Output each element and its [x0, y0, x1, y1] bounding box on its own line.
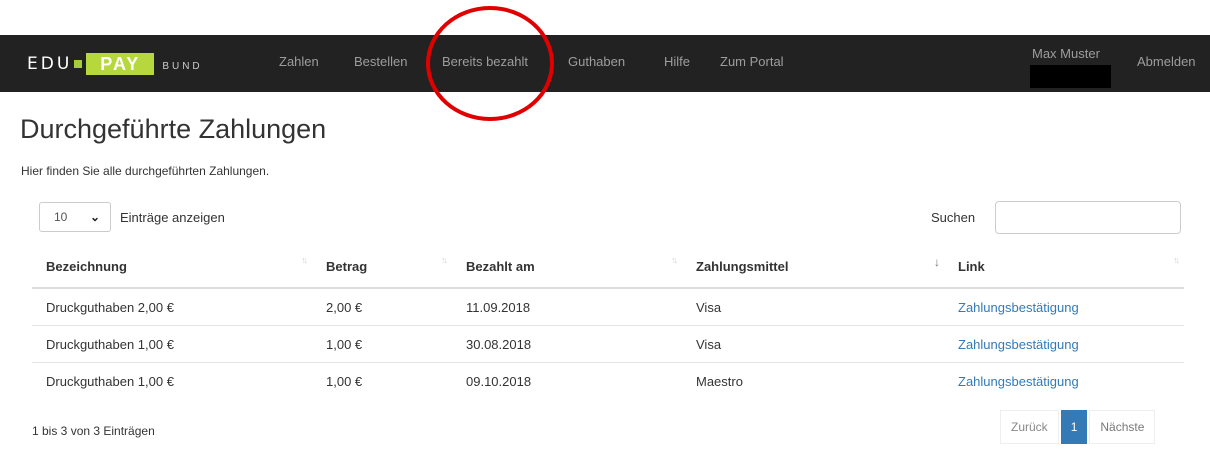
nav-zum-portal[interactable]: Zum Portal [720, 54, 784, 69]
cell-bezahlt-am: 09.10.2018 [452, 362, 682, 399]
table-header-row: Bezeichnung ↑↓ Betrag ↑↓ Bezahlt am ↑↓ Z… [32, 245, 1184, 289]
cell-link: Zahlungsbestätigung [944, 287, 1184, 326]
logout-link[interactable]: Abmelden [1137, 54, 1196, 69]
cell-bezahlt-am: 11.09.2018 [452, 287, 682, 326]
payment-confirmation-link[interactable]: Zahlungsbestätigung [958, 300, 1079, 315]
column-header-bezeichnung[interactable]: Bezeichnung ↑↓ [32, 245, 312, 289]
pagination-page-1[interactable]: 1 [1060, 410, 1088, 444]
sort-both-icon: ↑↓ [671, 255, 678, 265]
column-header-betrag[interactable]: Betrag ↑↓ [312, 245, 452, 289]
table-info: 1 bis 3 von 3 Einträgen [32, 424, 155, 438]
cell-bezeichnung: Druckguthaben 1,00 € [32, 362, 312, 399]
cell-zahlungsmittel: Visa [682, 287, 944, 326]
pagination: Zurück 1 Nächste [1000, 410, 1156, 444]
cell-link: Zahlungsbestätigung [944, 362, 1184, 399]
cell-betrag: 1,00 € [312, 325, 452, 363]
cell-betrag: 1,00 € [312, 362, 452, 399]
column-header-link[interactable]: Link ↑↓ [944, 245, 1184, 289]
column-header-bezahlt-am[interactable]: Bezahlt am ↑↓ [452, 245, 682, 289]
page-title: Durchgeführte Zahlungen [20, 114, 327, 144]
search-label: Suchen [931, 210, 976, 225]
page-length-value: 10 [54, 210, 68, 224]
logo-dot [74, 60, 83, 68]
sort-both-icon: ↑↓ [441, 255, 448, 265]
nav-zahlen[interactable]: Zahlen [279, 54, 319, 69]
edupay-logo[interactable]: EDU PAY BUND [27, 53, 203, 75]
redacted-user-detail [1030, 65, 1111, 88]
table-row: Druckguthaben 2,00 € 2,00 € 11.09.2018 V… [32, 287, 1184, 326]
top-navbar: EDU PAY BUND Zahlen Bestellen Bereits be… [0, 35, 1210, 92]
page-length-label: Einträge anzeigen [120, 210, 225, 225]
chevron-down-icon: ⌄ [89, 210, 100, 224]
pagination-prev[interactable]: Zurück [1000, 410, 1059, 444]
cell-zahlungsmittel: Maestro [682, 362, 944, 399]
column-header-label: Bezeichnung [46, 258, 127, 274]
logo-pay-text: PAY [86, 53, 155, 75]
column-header-label: Zahlungsmittel [696, 258, 789, 274]
logo-edu-text: EDU [27, 54, 73, 74]
logo-bund-text: BUND [162, 60, 203, 72]
annotation-circle [426, 6, 554, 121]
sort-both-icon: ↑↓ [1173, 255, 1180, 265]
nav-bestellen[interactable]: Bestellen [354, 54, 407, 69]
column-header-zahlungsmittel[interactable]: Zahlungsmittel ↓ [682, 245, 944, 289]
nav-hilfe[interactable]: Hilfe [664, 54, 690, 69]
column-header-label: Bezahlt am [466, 258, 535, 274]
pagination-next[interactable]: Nächste [1089, 410, 1156, 444]
nav-guthaben[interactable]: Guthaben [568, 54, 625, 69]
page-subtitle: Hier finden Sie alle durchgeführten Zahl… [21, 164, 270, 178]
cell-bezahlt-am: 30.08.2018 [452, 325, 682, 363]
search-input[interactable] [995, 201, 1181, 234]
column-header-label: Betrag [326, 258, 368, 274]
cell-link: Zahlungsbestätigung [944, 325, 1184, 363]
page-length-select[interactable]: 10 ⌄ [39, 202, 111, 232]
sort-down-icon: ↓ [934, 255, 940, 269]
table-row: Druckguthaben 1,00 € 1,00 € 09.10.2018 M… [32, 362, 1184, 399]
cell-bezeichnung: Druckguthaben 2,00 € [32, 287, 312, 326]
user-name[interactable]: Max Muster [1032, 46, 1100, 61]
payment-confirmation-link[interactable]: Zahlungsbestätigung [958, 374, 1079, 389]
cell-bezeichnung: Druckguthaben 1,00 € [32, 325, 312, 363]
payment-confirmation-link[interactable]: Zahlungsbestätigung [958, 337, 1079, 352]
cell-zahlungsmittel: Visa [682, 325, 944, 363]
table-row: Druckguthaben 1,00 € 1,00 € 30.08.2018 V… [32, 325, 1184, 363]
payments-table: Bezeichnung ↑↓ Betrag ↑↓ Bezahlt am ↑↓ Z… [32, 245, 1184, 399]
sort-both-icon: ↑↓ [301, 255, 308, 265]
column-header-label: Link [958, 258, 985, 274]
cell-betrag: 2,00 € [312, 287, 452, 326]
